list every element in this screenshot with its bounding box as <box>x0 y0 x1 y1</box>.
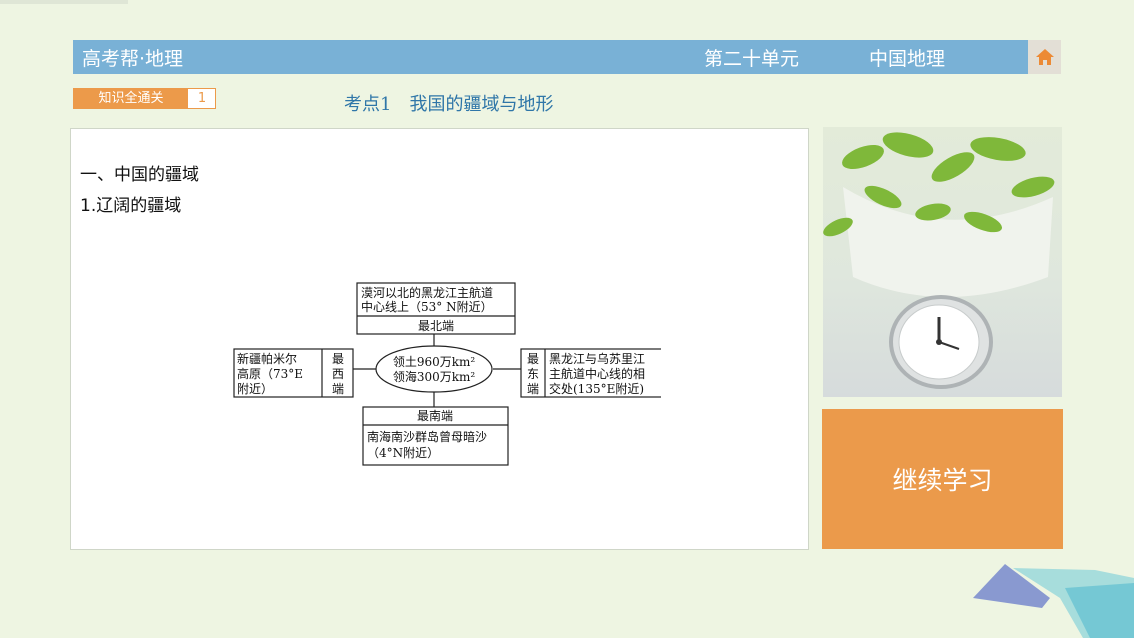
north-desc-1: 漠河以北的黑龙江主航道 <box>361 285 493 300</box>
header-bar: 高考帮·地理 第二十单元 中国地理 <box>73 40 1028 74</box>
tag-label: 知识全通关 <box>74 89 188 108</box>
west-desc-2: 高原（73°E <box>237 366 303 381</box>
east-desc-2: 主航道中心线的相 <box>549 366 645 381</box>
territory-diagram: 漠河以北的黑龙江主航道 中心线上（53° N附近） 最北端 领土960万km² … <box>233 282 661 466</box>
east-label-3: 端 <box>527 382 539 396</box>
center-ellipse <box>375 345 493 393</box>
continue-learning-label: 继续学习 <box>892 466 993 495</box>
home-button[interactable] <box>1028 40 1061 74</box>
content-panel: 一、中国的疆域 1.辽阔的疆域 漠河以北的黑龙江主航道 中心线上（53° N附近… <box>70 128 809 550</box>
section-title: 考点1 我国的疆域与地形 <box>344 94 554 115</box>
plant-clock-illustration <box>823 132 1055 389</box>
west-label-2: 西 <box>332 367 344 381</box>
east-desc-1: 黑龙江与乌苏里江 <box>549 351 645 366</box>
heading-territory: 一、中国的疆域 <box>80 165 199 185</box>
north-label: 最北端 <box>418 319 454 333</box>
center-line-1: 领土960万km² <box>393 355 476 369</box>
decorative-clock-photo <box>823 127 1062 397</box>
east-label-1: 最 <box>527 352 539 366</box>
west-desc-3: 附近） <box>237 382 273 396</box>
brand-title: 高考帮·地理 <box>82 48 184 70</box>
south-label: 最南端 <box>417 408 453 423</box>
south-desc-2: （4°N附近） <box>367 446 439 460</box>
top-left-strip <box>0 0 128 4</box>
unit-label: 第二十单元 <box>704 48 800 70</box>
home-icon <box>1035 49 1054 65</box>
continue-learning-button[interactable]: 继续学习 <box>822 409 1063 549</box>
east-desc-3: 交处(135°E附近) <box>549 381 644 396</box>
subject-label: 中国地理 <box>869 48 946 70</box>
heading-vast-territory: 1.辽阔的疆域 <box>80 196 182 216</box>
tag-number: 1 <box>197 91 207 106</box>
knowledge-tag: 知识全通关 1 <box>73 88 216 109</box>
corner-decoration <box>973 564 1134 638</box>
center-line-2: 领海300万km² <box>393 369 476 384</box>
west-label-1: 最 <box>332 352 344 366</box>
north-desc-2: 中心线上（53° N附近） <box>361 299 493 314</box>
east-label-2: 东 <box>527 367 539 381</box>
west-label-3: 端 <box>332 382 344 396</box>
south-desc-1: 南海南沙群岛曾母暗沙 <box>367 429 487 444</box>
west-desc-1: 新疆帕米尔 <box>237 351 297 366</box>
